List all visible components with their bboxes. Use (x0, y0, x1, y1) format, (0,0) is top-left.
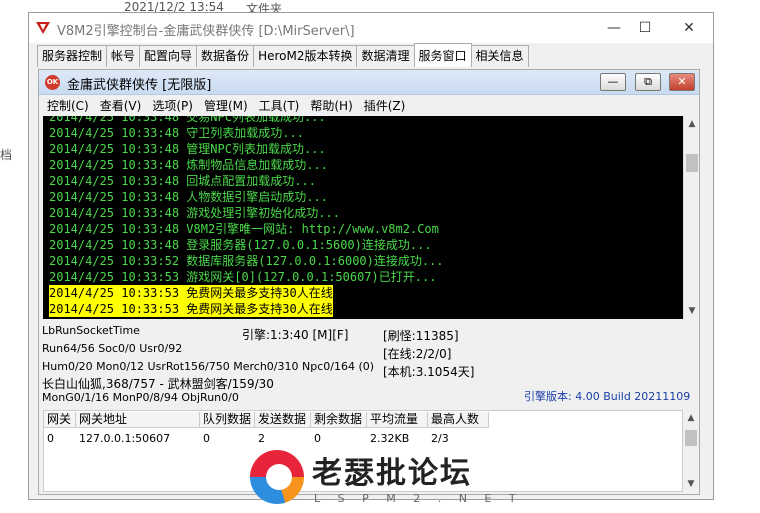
log-line: 2014/4/25 10:33:53 游戏网关[0](127.0.0.1:506… (49, 270, 437, 284)
inner-restore-icon[interactable]: ⧉ (635, 73, 661, 91)
tab-accounts[interactable]: 帐号 (106, 45, 141, 67)
status-refresh: [刷怪:11385] (383, 329, 459, 343)
table-header[interactable]: 队列数据 (200, 412, 255, 428)
watermark-logo: 老瑟批论坛 L S P M 2 . N E T (250, 446, 516, 508)
engine-version: 引擎版本: 4.00 Build 20211109 (524, 390, 691, 403)
console-window: V8M2引擎控制台-金庸武侠群侠传 [D:\MirServer\] — ☐ ✕ … (28, 12, 714, 500)
table-cell: 0 (203, 432, 210, 445)
table-cell: 2.32KB (370, 432, 410, 445)
maximize-icon[interactable]: ☐ (625, 16, 665, 40)
main-tabs: 服务器控制 帐号 配置向导 数据备份 HeroM2版本转换 数据清理 服务窗口 … (37, 43, 529, 67)
tab-config-wizard[interactable]: 配置向导 (139, 45, 198, 67)
scroll-thumb[interactable] (686, 154, 698, 172)
inner-minimize-icon[interactable]: — (600, 73, 626, 91)
table-cell: 2/3 (431, 432, 449, 445)
log-line: 2014/4/25 10:33:48 游戏处理引擎初始化成功... (49, 206, 340, 220)
table-header[interactable]: 最高人数 (428, 412, 489, 428)
tab-service-window[interactable]: 服务窗口 (413, 43, 472, 67)
log-line: 2014/4/25 10:33:52 数据库服务器(127.0.0.1:6000… (49, 254, 444, 268)
log-line-highlighted: 2014/4/25 10:33:53 免费网关最多支持30人在线 (49, 285, 333, 301)
table-header[interactable]: 平均流量 (367, 412, 428, 428)
status-map: 长白山仙狐,368/757 - 武林盟剑客/159/30 (42, 377, 274, 391)
table-header[interactable]: 剩余数据 (311, 412, 367, 428)
menu-tools[interactable]: 工具(T) (259, 96, 300, 116)
log-line: 2014/4/25 10:33:48 守卫列表加载成功... (49, 126, 304, 140)
tab-herom2-convert[interactable]: HeroM2版本转换 (253, 45, 358, 67)
log-line: 2014/4/25 10:33:48 登录服务器(127.0.0.1:5600)… (49, 238, 432, 252)
table-header[interactable]: 网关 (44, 412, 76, 428)
scroll-down-icon[interactable]: ▼ (684, 303, 700, 319)
server-window-titlebar[interactable]: OK 金庸武侠群侠传 [无限版] — ⧉ ✕ (39, 70, 699, 95)
menu-bar: 控制(C) 查看(V) 选项(P) 管理(M) 工具(T) 帮助(H) 插件(Z… (39, 96, 699, 116)
log-scrollbar[interactable]: ▲ ▼ (683, 116, 699, 319)
server-app-icon: OK (45, 75, 60, 90)
app-logo-icon (36, 22, 50, 34)
window-title: V8M2引擎控制台-金庸武侠群侠传 [D:\MirServer\] (57, 24, 355, 39)
log-line: 2014/4/25 10:33:48 人物数据引擎启动成功... (49, 190, 328, 204)
scroll-thumb[interactable] (685, 430, 697, 446)
status-run: Run64/56 Soc0/0 Usr0/92 (42, 342, 183, 355)
menu-view[interactable]: 查看(V) (100, 96, 142, 116)
server-window-title: 金庸武侠群侠传 [无限版] (67, 78, 212, 93)
log-line: 2014/4/25 10:33:48 回城点配置加载成功... (49, 174, 316, 188)
inner-close-icon[interactable]: ✕ (669, 73, 695, 91)
status-hum: Hum0/20 Mon0/12 UsrRot156/750 Merch0/310… (42, 360, 375, 373)
table-cell: 2 (258, 432, 265, 445)
watermark-subtitle: L S P M 2 . N E T (314, 492, 523, 505)
menu-manage[interactable]: 管理(M) (204, 96, 248, 116)
log-line: 2014/4/25 10:33:48 炼制物品信息加载成功... (49, 158, 328, 172)
status-mon: MonG0/1/16 MonP0/8/94 ObjRun0/0 (42, 391, 239, 404)
tab-about[interactable]: 相关信息 (470, 45, 529, 67)
scroll-down-icon[interactable]: ▼ (683, 476, 699, 492)
scroll-up-icon[interactable]: ▲ (683, 410, 699, 426)
table-cell: 0 (47, 432, 54, 445)
tab-data-backup[interactable]: 数据备份 (196, 45, 255, 67)
log-line: 2014/4/25 10:33:48 管理NPC列表加载成功... (49, 142, 326, 156)
gateway-scrollbar[interactable]: ▲ ▼ (683, 410, 699, 492)
tab-data-cleanup[interactable]: 数据清理 (356, 45, 415, 67)
close-icon[interactable]: ✕ (669, 16, 709, 40)
menu-options[interactable]: 选项(P) (152, 96, 193, 116)
background-edge-char: 档 (0, 148, 13, 162)
table-header[interactable]: 发送数据 (255, 412, 311, 428)
log-console[interactable]: 2014/4/25 10:33:48 交易NPC列表加载成功... 2014/4… (43, 116, 683, 319)
log-line: 2014/4/25 10:33:48 V8M2引擎唯一网站: http://ww… (49, 222, 439, 236)
table-cell: 127.0.0.1:50607 (79, 432, 171, 445)
log-line: 2014/4/25 10:33:48 交易NPC列表加载成功... (49, 116, 326, 124)
watermark-circle-icon (250, 450, 304, 504)
tab-server-control[interactable]: 服务器控制 (37, 45, 108, 67)
scroll-up-icon[interactable]: ▲ (684, 116, 700, 132)
status-online: [在线:2/2/0] (383, 347, 452, 361)
window-titlebar[interactable]: V8M2引擎控制台-金庸武侠群侠传 [D:\MirServer\] — ☐ ✕ (29, 13, 713, 43)
table-header[interactable]: 网关地址 (76, 412, 200, 428)
log-line-highlighted: 2014/4/25 10:33:53 免费网关最多支持30人在线 (49, 301, 333, 317)
server-window: OK 金庸武侠群侠传 [无限版] — ⧉ ✕ 控制(C) 查看(V) 选项(P)… (38, 69, 700, 495)
status-engine-time: 引擎:1:3:40 [M][F] (242, 328, 349, 342)
menu-plugins[interactable]: 插件(Z) (364, 96, 406, 116)
menu-control[interactable]: 控制(C) (47, 96, 89, 116)
watermark-title: 老瑟批论坛 (312, 456, 472, 491)
menu-help[interactable]: 帮助(H) (310, 96, 352, 116)
status-socket-time: LbRunSocketTime (42, 324, 140, 337)
table-cell: 0 (314, 432, 321, 445)
status-local: [本机:3.1054天] (383, 365, 475, 379)
